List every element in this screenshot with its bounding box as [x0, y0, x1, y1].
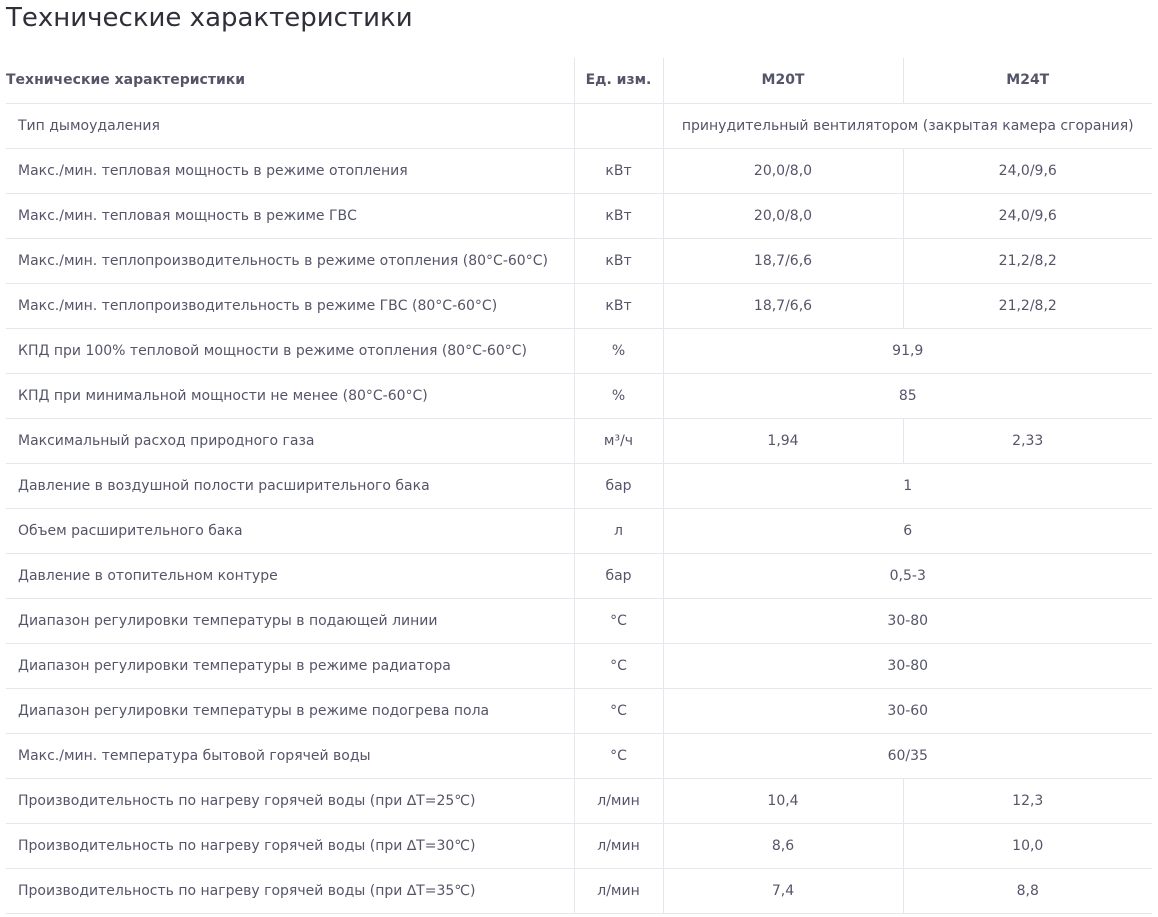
row-value-m20t: 20,0/8,0: [662, 193, 903, 239]
row-unit: бар: [573, 463, 663, 509]
row-value-m20t: 20,0/8,0: [662, 148, 903, 194]
row-unit: кВт: [573, 148, 663, 194]
table-row: Макс./мин. теплопроизводительность в реж…: [6, 238, 1152, 284]
row-param-name: Макс./мин. температура бытовой горячей в…: [6, 733, 574, 779]
table-row: Макс./мин. температура бытовой горячей в…: [6, 733, 1152, 779]
row-param-name: Макс./мин. теплопроизводительность в реж…: [6, 283, 574, 329]
row-value-shared: 30-80: [662, 643, 1152, 689]
table-row: КПД при 100% тепловой мощности в режиме …: [6, 328, 1152, 374]
row-value-m20t: 18,7/6,6: [662, 283, 903, 329]
row-unit: °С: [573, 733, 663, 779]
row-param-name: Макс./мин. теплопроизводительность в реж…: [6, 238, 574, 284]
row-param-name: Максимальный расход природного газа: [6, 418, 574, 464]
page-title: Технические характеристики: [6, 3, 413, 33]
row-value-m24t: 10,0: [902, 823, 1152, 869]
table-row: Макс./мин. тепловая мощность в режиме ГВ…: [6, 193, 1152, 239]
row-param-name: Давление в воздушной полости расширитель…: [6, 463, 574, 509]
row-value-shared: 6: [662, 508, 1152, 554]
row-param-name: Диапазон регулировки температуры в подаю…: [6, 598, 574, 644]
table-header-row: Технические характеристики Ед. изм. M20T…: [6, 58, 1152, 104]
row-param-name: Диапазон регулировки температуры в режим…: [6, 688, 574, 734]
row-param-name: Макс./мин. тепловая мощность в режиме от…: [6, 148, 574, 194]
row-unit: [573, 103, 663, 149]
row-param-name: Давление в отопительном контуре: [6, 553, 574, 599]
row-value-m24t: 2,33: [902, 418, 1152, 464]
header-m20t: M20T: [662, 58, 903, 104]
row-value-m24t: 24,0/9,6: [902, 193, 1152, 239]
row-value-shared: 0,5-3: [662, 553, 1152, 599]
header-unit: Ед. изм.: [573, 58, 663, 104]
row-value-m24t: 21,2/8,2: [902, 283, 1152, 329]
table-row: Производительность по нагреву горячей во…: [6, 868, 1152, 914]
table-row: Объем расширительного бака л 6: [6, 508, 1152, 554]
table-row: Диапазон регулировки температуры в режим…: [6, 688, 1152, 734]
row-unit: %: [573, 328, 663, 374]
row-param-name: Производительность по нагреву горячей во…: [6, 823, 574, 869]
row-param-name: Диапазон регулировки температуры в режим…: [6, 643, 574, 689]
row-param-name: Объем расширительного бака: [6, 508, 574, 554]
row-param-name: КПД при 100% тепловой мощности в режиме …: [6, 328, 574, 374]
row-unit: °С: [573, 598, 663, 644]
row-unit: л/мин: [573, 778, 663, 824]
row-param-name: Тип дымоудаления: [6, 103, 574, 149]
row-unit: кВт: [573, 283, 663, 329]
table-row: Производительность по нагреву горячей во…: [6, 823, 1152, 869]
row-param-name: КПД при минимальной мощности не менее (8…: [6, 373, 574, 419]
row-unit: л/мин: [573, 868, 663, 914]
row-value-shared: 30-60: [662, 688, 1152, 734]
row-unit: кВт: [573, 238, 663, 284]
table-row: Макс./мин. тепловая мощность в режиме от…: [6, 148, 1152, 194]
header-m24t: M24T: [902, 58, 1152, 104]
row-value-m24t: 8,8: [902, 868, 1152, 914]
row-value-m24t: 21,2/8,2: [902, 238, 1152, 284]
row-unit: л/мин: [573, 823, 663, 869]
row-param-name: Макс./мин. тепловая мощность в режиме ГВ…: [6, 193, 574, 239]
row-value-m20t: 8,6: [662, 823, 903, 869]
row-unit: кВт: [573, 193, 663, 239]
row-value-m20t: 18,7/6,6: [662, 238, 903, 284]
table-row: Диапазон регулировки температуры в подаю…: [6, 598, 1152, 644]
specs-table-body: Тип дымоудаления принудительный вентилято…: [6, 103, 1152, 914]
row-value-shared: 85: [662, 373, 1152, 419]
row-param-name: Производительность по нагреву горячей во…: [6, 778, 574, 824]
table-row: Диапазон регулировки температуры в режим…: [6, 643, 1152, 689]
row-unit: л: [573, 508, 663, 554]
table-row: Производительность по нагреву горячей во…: [6, 778, 1152, 824]
row-value-m20t: 7,4: [662, 868, 903, 914]
row-value-shared: 30-80: [662, 598, 1152, 644]
row-unit: °С: [573, 688, 663, 734]
row-param-name: Производительность по нагреву горячей во…: [6, 868, 574, 914]
table-row: Максимальный расход природного газа м³/ч 1…: [6, 418, 1152, 464]
row-unit: м³/ч: [573, 418, 663, 464]
row-value-shared: принудительный вентилятором (закрытая ка…: [662, 103, 1152, 149]
row-value-m20t: 1,94: [662, 418, 903, 464]
row-value-m24t: 12,3: [902, 778, 1152, 824]
row-unit: %: [573, 373, 663, 419]
header-name: Технические характеристики: [6, 58, 574, 104]
row-value-shared: 1: [662, 463, 1152, 509]
row-unit: бар: [573, 553, 663, 599]
table-row: Давление в воздушной полости расширитель…: [6, 463, 1152, 509]
table-row: Макс./мин. теплопроизводительность в реж…: [6, 283, 1152, 329]
row-unit: °С: [573, 643, 663, 689]
table-row: КПД при минимальной мощности не менее (8…: [6, 373, 1152, 419]
table-row: Тип дымоудаления принудительный вентилято…: [6, 103, 1152, 149]
row-value-shared: 91,9: [662, 328, 1152, 374]
row-value-m20t: 10,4: [662, 778, 903, 824]
row-value-shared: 60/35: [662, 733, 1152, 779]
specs-table: Технические характеристики Ед. изм. M20T…: [6, 58, 1152, 914]
table-row: Давление в отопительном контуре бар 0,5-3: [6, 553, 1152, 599]
row-value-m24t: 24,0/9,6: [902, 148, 1152, 194]
